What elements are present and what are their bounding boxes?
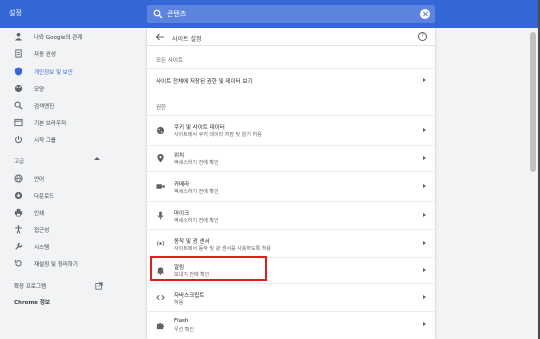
sidebar-item-about-chrome[interactable]: Chrome 정보 <box>14 298 50 306</box>
sidebar-item-appearance[interactable]: 모양 <box>0 81 140 97</box>
permission-row-javascript[interactable]: 자바스크립트 허용 <box>147 283 435 311</box>
search-value: 콘텐츠 <box>167 10 187 18</box>
sidebar-item-on-startup[interactable]: 시작 그룹 <box>0 132 140 148</box>
sidebar-item-printing[interactable]: 인쇄 <box>0 205 140 221</box>
all-sites-heading: 모든 사이트 <box>156 58 184 64</box>
sensor-icon <box>156 240 165 247</box>
chevron-right-icon <box>423 78 426 82</box>
back-arrow-icon[interactable] <box>155 33 165 41</box>
site-settings-panel: 사이트 설정 ? 모든 사이트 사이트 전체에 저장된 권한 및 데이터 보기 … <box>147 28 435 339</box>
permission-row-cookies[interactable]: 쿠키 및 사이트 데이터 사이트에서 쿠키 데이터 저장 및 읽기 허용 <box>147 115 435 145</box>
sidebar-item-system[interactable]: 시스템 <box>0 239 140 255</box>
sidebar-item-accessibility[interactable]: 접근성 <box>0 222 140 238</box>
sidebar-item-languages[interactable]: 언어 <box>0 171 140 187</box>
reset-icon <box>14 259 22 267</box>
search-icon <box>153 9 163 19</box>
chevron-right-icon <box>423 268 426 272</box>
clear-search-icon[interactable] <box>420 9 430 19</box>
print-icon <box>14 208 23 217</box>
download-icon <box>14 191 23 200</box>
external-link-icon[interactable] <box>95 282 103 290</box>
camera-icon <box>156 184 165 189</box>
sidebar-item-reset[interactable]: 재설정 및 정리하기 <box>0 256 140 272</box>
accessibility-icon <box>15 225 22 234</box>
chevron-right-icon <box>423 156 426 160</box>
sidebar-item-downloads[interactable]: 다운로드 <box>0 188 140 204</box>
page-title: 설정 <box>9 9 22 17</box>
top-bar: 설정 콘텐츠 <box>0 0 540 28</box>
chevron-right-icon <box>423 184 426 188</box>
search-input[interactable]: 콘텐츠 <box>147 5 435 23</box>
chevron-right-icon <box>423 295 426 299</box>
sidebar-item-search-engine[interactable]: 검색엔진 <box>0 98 140 114</box>
clipboard-icon <box>15 49 22 58</box>
scrollbar-thumb[interactable] <box>530 32 536 172</box>
shield-icon <box>14 67 23 76</box>
sidebar: 나와 Google의 관계 자동 완성 개인정보 및 보안 모양 검색엔진 기본… <box>0 28 140 339</box>
globe-icon <box>14 174 23 183</box>
all-sites-row[interactable]: 사이트 전체에 저장된 권한 및 데이터 보기 <box>147 68 435 90</box>
microphone-icon <box>157 211 164 220</box>
location-icon <box>157 154 164 163</box>
sidebar-item-autofill[interactable]: 자동 완성 <box>0 46 140 62</box>
cookie-icon <box>156 126 165 135</box>
chevron-right-icon <box>423 241 426 245</box>
search-icon <box>14 101 23 110</box>
puzzle-icon <box>156 322 165 330</box>
permission-row-location[interactable]: 위치 액세스하기 전에 확인 <box>147 145 435 171</box>
permissions-heading: 권한 <box>156 105 167 111</box>
panel-header: 사이트 설정 ? <box>147 28 435 46</box>
palette-icon <box>14 84 23 93</box>
chevron-right-icon <box>423 128 426 132</box>
chevron-up-icon[interactable] <box>94 157 100 160</box>
notification-highlight-box <box>150 256 267 281</box>
advanced-section-label: 고급 <box>14 159 25 165</box>
browser-icon <box>14 118 23 127</box>
permission-row-microphone[interactable]: 마이크 액세스하기 전에 확인 <box>147 201 435 229</box>
person-icon <box>14 32 23 41</box>
chevron-right-icon <box>423 322 426 326</box>
chevron-right-icon <box>423 213 426 217</box>
sidebar-item-you-and-google[interactable]: 나와 Google의 관계 <box>0 29 140 45</box>
sidebar-item-default-browser[interactable]: 기본 브라우저 <box>0 115 140 131</box>
permission-row-motion-sensors[interactable]: 동작 및 광 센서 사이트에서 동작 및 광 센서를 사용하도록 허용 <box>147 229 435 257</box>
code-icon <box>156 294 165 301</box>
power-icon <box>15 135 22 144</box>
sidebar-item-privacy-security[interactable]: 개인정보 및 보안 <box>0 64 140 80</box>
permission-row-camera[interactable]: 카메라 액세스하기 전에 확인 <box>147 171 435 201</box>
sidebar-item-extensions[interactable]: 확장 프로그램 <box>14 282 46 290</box>
wrench-icon <box>15 242 23 250</box>
permission-row-flash[interactable]: Flash 우선 확인 <box>147 311 435 339</box>
help-icon[interactable]: ? <box>418 32 427 41</box>
panel-title: 사이트 설정 <box>172 36 202 43</box>
